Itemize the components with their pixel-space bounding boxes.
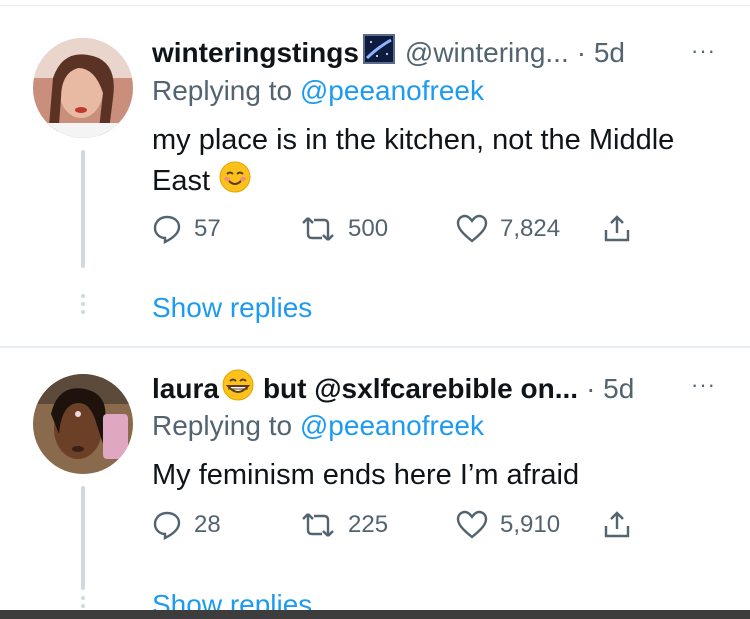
more-options-icon[interactable]: ··· [691,38,716,64]
smiling-blush-emoji-icon [218,160,252,205]
reply-button[interactable]: 57 [152,214,300,244]
heart-icon [456,214,488,243]
handle[interactable]: @wintering... [405,36,569,70]
tweet-text: My feminism ends here I’m afraid [152,459,580,491]
avatar[interactable] [33,38,133,138]
display-name[interactable]: winteringstings [152,36,359,70]
reply-icon [153,215,181,244]
galaxy-emoji-icon [362,34,395,72]
show-replies-link[interactable]: Show replies [152,291,312,325]
thread-dots [81,294,85,314]
more-options-icon[interactable]: ··· [691,372,716,398]
grinning-emoji-icon [221,368,255,410]
mention-link[interactable]: @peeanofreek [300,75,484,106]
mention-link[interactable]: @peeanofreek [300,410,484,441]
replying-label: Replying to [152,410,293,441]
retweet-button[interactable]: 500 [300,214,456,244]
tweet-2[interactable]: laura but @sxlfcarebible on... · 5d ··· … [0,348,750,619]
reply-button[interactable]: 28 [152,510,300,540]
thread-line [81,150,85,268]
retweet-button[interactable]: 225 [300,510,456,540]
tweet-text: my place is in the kitchen, not the Midd… [152,121,722,205]
share-icon [604,215,630,242]
tweet-header: winteringstings @wintering... · 5d [152,34,625,72]
reply-count: 28 [194,511,221,538]
share-button[interactable] [602,510,632,540]
replying-label: Replying to [152,75,293,106]
bottom-bar [0,610,750,619]
reply-icon [153,511,181,540]
retweet-icon [302,217,334,241]
reply-count: 57 [194,215,221,242]
share-icon [604,511,630,538]
like-button[interactable]: 5,910 [456,510,602,540]
replying-to: Replying to @peeanofreek [152,409,484,443]
display-name[interactable]: laura [152,372,219,406]
tweet-actions: 28 225 5,910 [152,510,632,540]
avatar[interactable] [33,374,133,474]
share-button[interactable] [602,214,632,244]
heart-icon [456,510,488,539]
retweet-icon [302,513,334,537]
tweet-1[interactable]: winteringstings @wintering... · 5d ··· R… [0,0,750,345]
timestamp[interactable]: · 5d [586,372,634,406]
tweet-actions: 57 500 7,824 [152,214,632,244]
like-button[interactable]: 7,824 [456,214,602,244]
display-name-suffix[interactable]: but @sxlfcarebible on... [263,372,578,406]
thread-dots [81,596,85,608]
timestamp[interactable]: · 5d [577,36,625,70]
replying-to: Replying to @peeanofreek [152,74,484,108]
like-count: 7,824 [500,215,561,242]
tweet-header: laura but @sxlfcarebible on... · 5d [152,368,634,410]
thread-line [81,486,85,590]
retweet-count: 500 [348,215,389,242]
retweet-count: 225 [348,511,389,538]
like-count: 5,910 [500,511,561,538]
